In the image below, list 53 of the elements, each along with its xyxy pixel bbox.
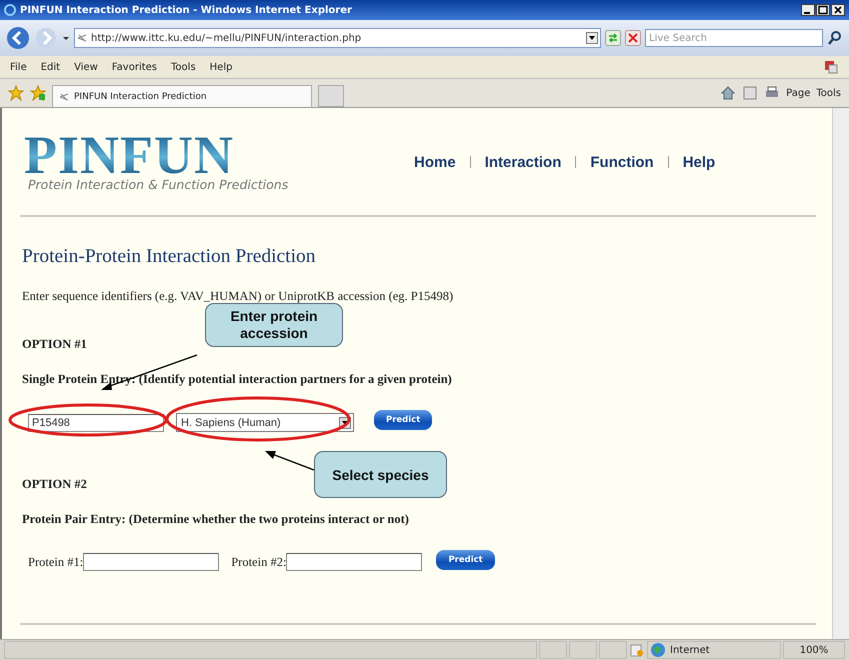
window-title: PINFUN Interaction Prediction - Windows Internet Explorer bbox=[20, 4, 353, 16]
globe-icon bbox=[4, 4, 16, 16]
predict-button[interactable]: Predict bbox=[374, 410, 432, 430]
menu-item[interactable]: Edit bbox=[40, 62, 60, 72]
menu-item[interactable]: Help bbox=[210, 62, 232, 72]
back-icon[interactable] bbox=[6, 26, 30, 50]
option-description: Protein Pair Entry: (Determine whether the two proteins interact or not) bbox=[22, 512, 409, 527]
address-field[interactable]: http://www.ittc.ku.edu/~mellu/PINFUN/interaction.php bbox=[74, 28, 601, 48]
star-icon[interactable] bbox=[8, 85, 24, 101]
status-pane bbox=[599, 641, 627, 659]
add-favorite-icon[interactable] bbox=[30, 85, 46, 101]
predict-button[interactable]: Predict bbox=[436, 550, 495, 570]
site-tagline: Protein Interaction & Function Predictions bbox=[28, 176, 290, 192]
zone-label: Internet bbox=[670, 644, 710, 656]
command-menu[interactable]: Page bbox=[786, 88, 810, 98]
callout-bubble: Enter protein accession bbox=[205, 303, 343, 347]
dropdown-icon[interactable] bbox=[586, 32, 598, 44]
callout-bubble: Select species bbox=[314, 451, 447, 498]
stop-icon[interactable] bbox=[625, 30, 641, 46]
status-pane bbox=[569, 641, 597, 659]
field-label: Protein #2: bbox=[231, 554, 286, 570]
field-label: Protein #1: bbox=[28, 554, 84, 570]
search-icon[interactable] bbox=[827, 30, 843, 46]
caret-icon[interactable] bbox=[62, 34, 70, 42]
menu-item[interactable]: View bbox=[74, 62, 98, 72]
maximize-icon[interactable] bbox=[816, 4, 830, 16]
pointer-arrow bbox=[264, 450, 316, 472]
zoom-control[interactable]: 100% bbox=[783, 641, 845, 659]
menu-item[interactable]: File bbox=[10, 62, 27, 72]
close-icon[interactable] bbox=[831, 4, 845, 16]
globe-icon bbox=[650, 642, 666, 658]
protein-field[interactable] bbox=[83, 553, 220, 571]
nav-link[interactable]: Interaction bbox=[484, 154, 562, 170]
browser-tab[interactable]: PINFUN Interaction Prediction bbox=[52, 85, 312, 107]
nav-link[interactable]: Home bbox=[414, 154, 456, 170]
page-heading: Protein-Protein Interaction Prediction bbox=[22, 246, 317, 268]
home-icon[interactable] bbox=[720, 85, 736, 101]
nav-link[interactable]: Function bbox=[590, 154, 654, 170]
minimize-icon[interactable] bbox=[801, 4, 815, 16]
status-pane bbox=[539, 641, 567, 659]
menu-item[interactable]: Tools bbox=[171, 62, 196, 72]
option-heading: OPTION #2 bbox=[22, 477, 87, 492]
refresh-icon[interactable] bbox=[605, 30, 621, 46]
intro-text: Enter sequence identifiers (e.g. VAV_HUMAN) or UniprotKB accession (eg. P15498) bbox=[22, 289, 454, 304]
scrollbar[interactable] bbox=[832, 108, 849, 639]
option-heading: OPTION #1 bbox=[22, 337, 87, 352]
search-field[interactable]: Live Search bbox=[645, 29, 823, 47]
command-menu[interactable]: Tools bbox=[816, 88, 841, 98]
species-dropdown[interactable]: H. Sapiens (Human) bbox=[176, 413, 354, 432]
accession-field[interactable]: P15498 bbox=[28, 414, 164, 432]
menu-item[interactable]: Favorites bbox=[112, 62, 158, 72]
nav-link[interactable]: Help bbox=[682, 154, 716, 170]
protein-field[interactable] bbox=[286, 553, 422, 571]
